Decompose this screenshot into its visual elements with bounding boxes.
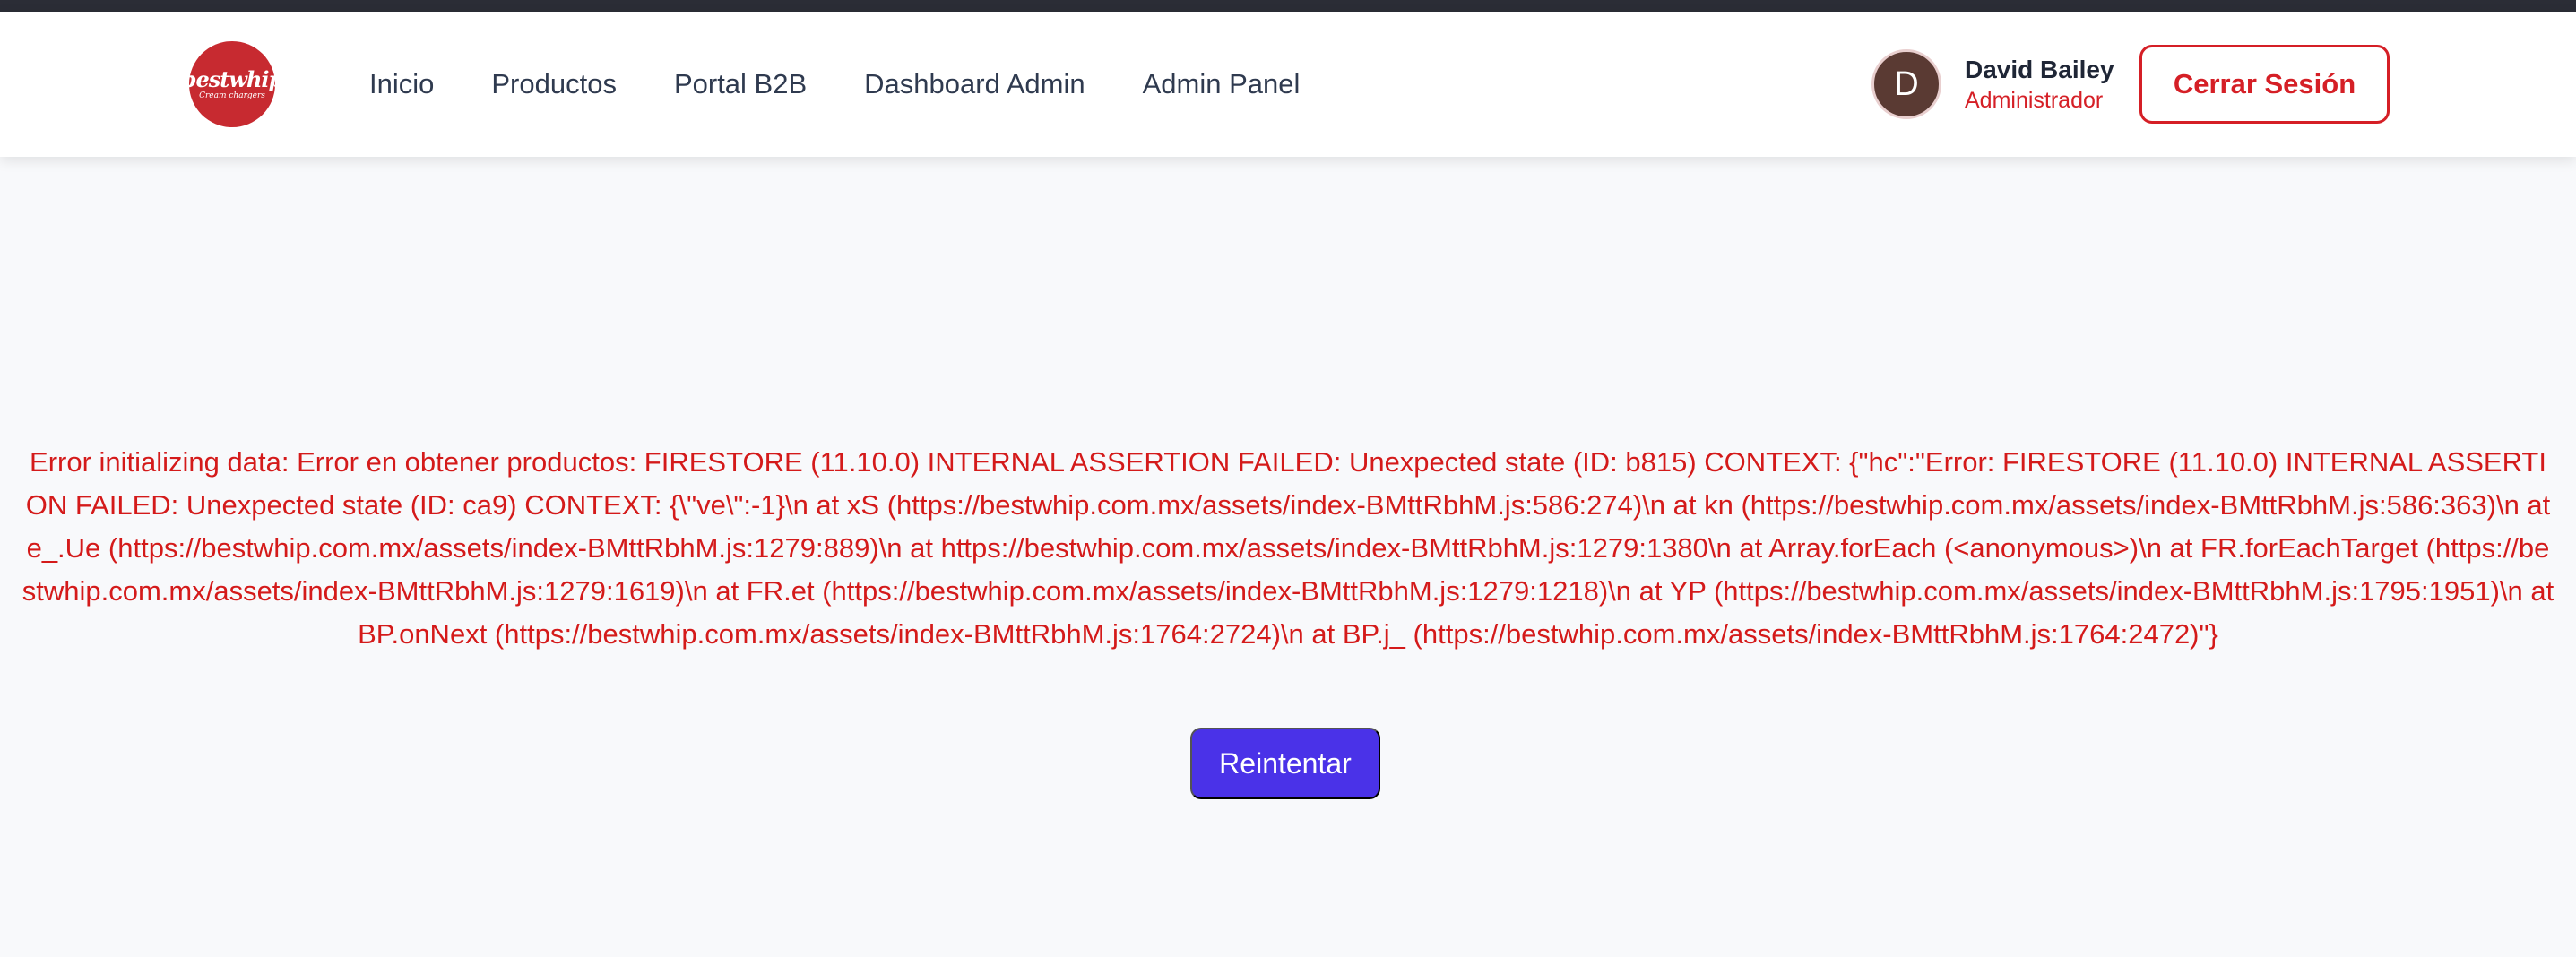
- nav-link-productos[interactable]: Productos: [491, 68, 617, 100]
- error-message: Error initializing data: Error en obtene…: [22, 446, 2554, 650]
- logo-text: bestwhip: [181, 65, 284, 92]
- brand-logo[interactable]: bestwhip Cream chargers: [182, 41, 283, 127]
- navbar: bestwhip Cream chargers Inicio Productos…: [0, 12, 2576, 157]
- retry-button[interactable]: Reintentar: [1190, 728, 1380, 799]
- nav-link-dashboard-admin[interactable]: Dashboard Admin: [864, 68, 1085, 100]
- user-role: Administrador: [1965, 88, 2104, 113]
- logout-button[interactable]: Cerrar Sesión: [2139, 45, 2390, 124]
- nav-link-admin-panel[interactable]: Admin Panel: [1143, 68, 1301, 100]
- avatar[interactable]: D: [1871, 49, 1941, 119]
- nav-link-inicio[interactable]: Inicio: [369, 68, 434, 100]
- nav-link-portal-b2b[interactable]: Portal B2B: [674, 68, 807, 100]
- top-strip: [0, 0, 2576, 12]
- main-nav: Inicio Productos Portal B2B Dashboard Ad…: [369, 12, 1300, 157]
- user-name: David Bailey: [1965, 56, 2114, 83]
- user-info: David Bailey Administrador: [1965, 54, 2114, 115]
- logo-subtext: Cream chargers: [199, 91, 265, 100]
